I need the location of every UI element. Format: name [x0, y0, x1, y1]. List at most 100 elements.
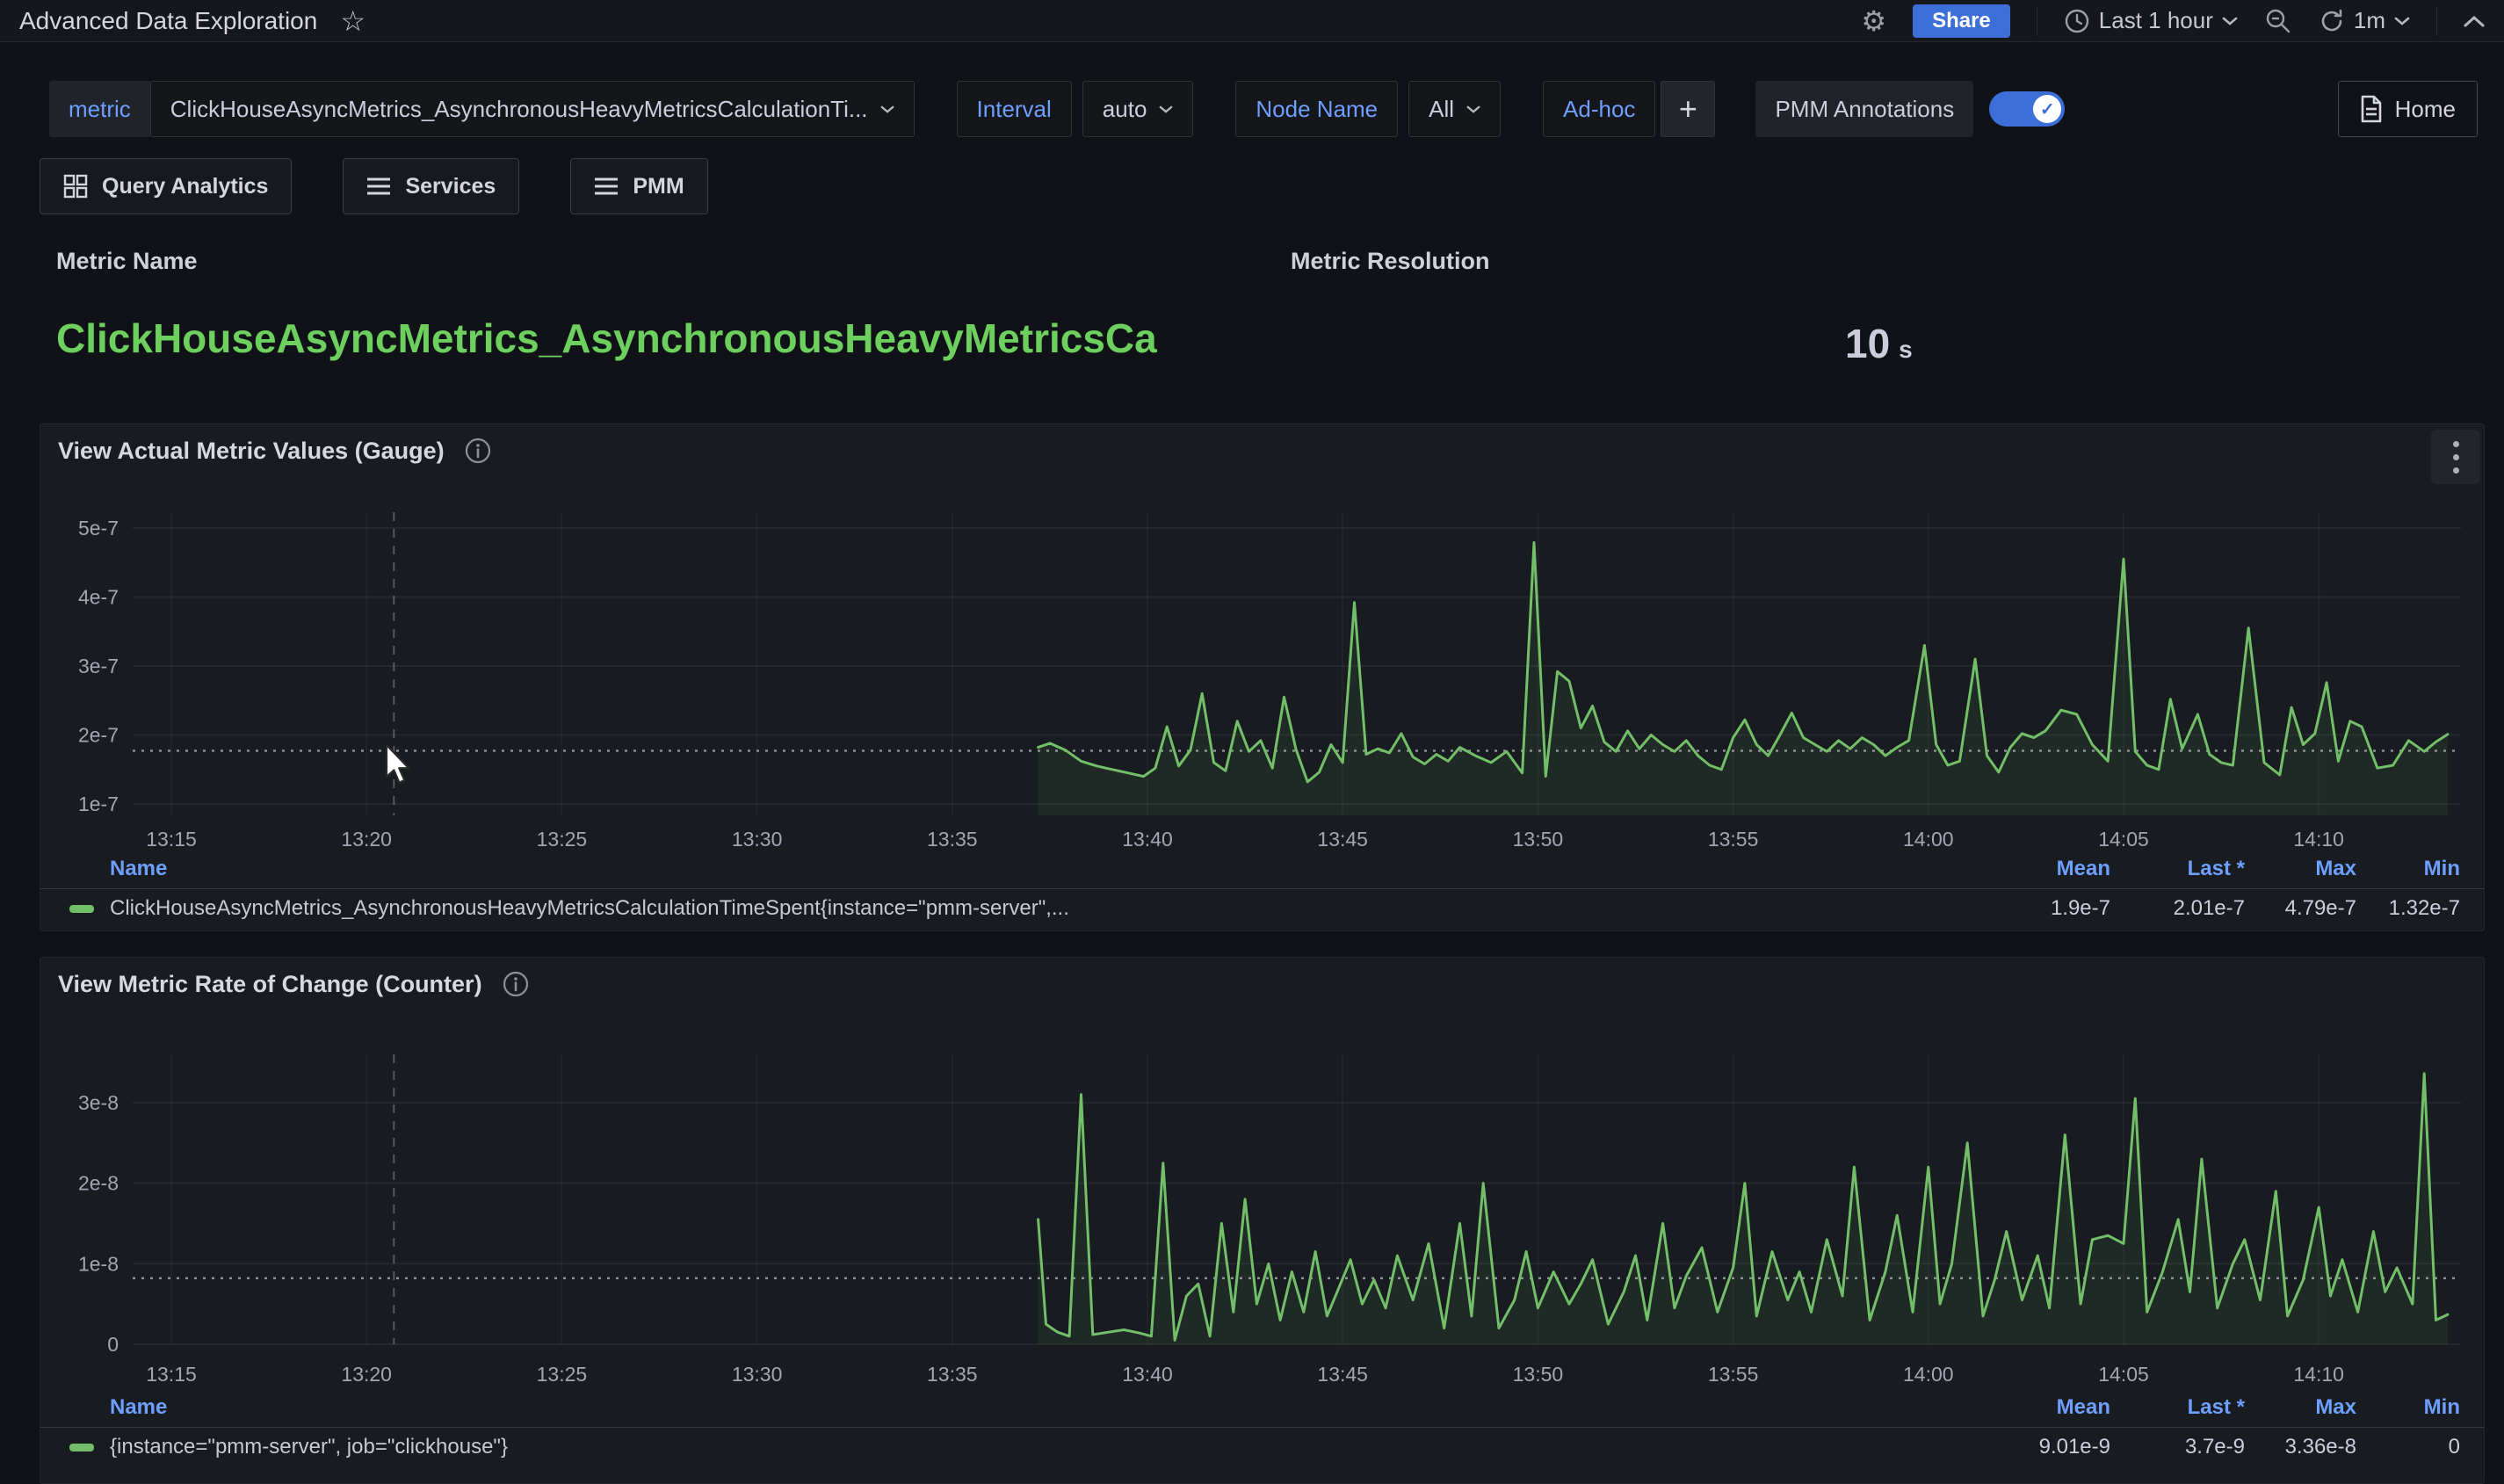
node-name-variable-dropdown[interactable]: All	[1408, 81, 1501, 137]
panel-title: View Metric Rate of Change (Counter)	[58, 971, 482, 998]
chevron-down-icon	[2222, 16, 2238, 26]
info-icon[interactable]	[464, 437, 492, 465]
panel-title: View Actual Metric Values (Gauge)	[58, 438, 445, 465]
time-range-label: Last 1 hour	[2099, 7, 2213, 34]
panel-header[interactable]: View Metric Rate of Change (Counter)	[40, 958, 2484, 1010]
svg-text:1e-8: 1e-8	[78, 1252, 119, 1275]
favorite-star-icon[interactable]: ☆	[340, 7, 365, 35]
pmm-link[interactable]: PMM	[570, 158, 707, 214]
legend: Name Mean Last * Max Min ClickHouseAsync…	[40, 853, 2484, 928]
panel-menu-kebab-icon[interactable]	[2431, 430, 2480, 484]
series-min: 0	[2356, 1435, 2460, 1459]
svg-text:14:00: 14:00	[1903, 1363, 1954, 1386]
filter-bar: metric ClickHouseAsyncMetrics_Asynchrono…	[49, 81, 2478, 137]
services-link[interactable]: Services	[343, 158, 519, 214]
svg-text:13:40: 13:40	[1122, 828, 1173, 851]
share-button[interactable]: Share	[1913, 4, 2010, 38]
panel-header[interactable]: View Actual Metric Values (Gauge)	[40, 424, 2484, 477]
refresh-icon	[2319, 8, 2345, 34]
add-adhoc-filter-button[interactable]: +	[1661, 81, 1715, 137]
svg-text:14:05: 14:05	[2098, 828, 2149, 851]
series-max: 3.36e-8	[2245, 1435, 2356, 1459]
series-last: 3.7e-9	[2110, 1435, 2245, 1459]
refresh-interval-label: 1m	[2354, 7, 2385, 34]
svg-text:5e-7: 5e-7	[78, 517, 119, 539]
legend: Name Mean Last * Max Min {instance="pmm-…	[40, 1392, 2484, 1466]
series-min: 1.32e-7	[2356, 896, 2460, 921]
svg-text:13:50: 13:50	[1513, 828, 1564, 851]
svg-text:13:45: 13:45	[1317, 1363, 1368, 1386]
svg-text:14:10: 14:10	[2293, 1363, 2344, 1386]
interval-variable-label: Interval	[957, 81, 1072, 137]
series-max: 4.79e-7	[2245, 896, 2356, 921]
refresh-button[interactable]: 1m	[2319, 7, 2410, 34]
pmm-annotations-toggle[interactable]: ✓	[1989, 91, 2065, 127]
legend-col-last[interactable]: Last *	[2110, 857, 2245, 881]
collapse-kiosk-icon[interactable]	[2464, 14, 2485, 28]
svg-text:0: 0	[107, 1333, 119, 1356]
metric-name-header: Metric Name	[56, 248, 198, 275]
pmm-annotations-label: PMM Annotations	[1755, 81, 1973, 137]
menu-bars-icon	[366, 177, 391, 196]
gauge-chart[interactable]: 5e-74e-73e-72e-71e-713:1513:2013:2513:30…	[40, 486, 2486, 855]
series-name[interactable]: {instance="pmm-server", job="clickhouse"…	[110, 1435, 1970, 1459]
legend-col-mean[interactable]: Mean	[1970, 1395, 2110, 1420]
svg-text:14:05: 14:05	[2098, 1363, 2149, 1386]
svg-text:13:25: 13:25	[537, 828, 588, 851]
svg-text:13:35: 13:35	[927, 828, 978, 851]
metric-resolution-header: Metric Resolution	[1291, 248, 1490, 275]
svg-text:3e-8: 3e-8	[78, 1091, 119, 1114]
svg-text:14:10: 14:10	[2293, 828, 2344, 851]
svg-text:13:35: 13:35	[927, 1363, 978, 1386]
metric-resolution-stat: 10s	[1845, 320, 1913, 367]
chevron-down-icon	[880, 105, 894, 114]
legend-col-max[interactable]: Max	[2245, 1395, 2356, 1420]
legend-col-name[interactable]: Name	[110, 857, 1970, 881]
grid-icon	[63, 174, 88, 199]
clock-icon	[2064, 8, 2090, 34]
metric-variable-label: metric	[49, 81, 150, 137]
toggle-check-icon: ✓	[2033, 95, 2061, 123]
chevron-down-icon	[1466, 105, 1480, 114]
adhoc-filter-label: Ad-hoc	[1543, 81, 1655, 137]
dashboard-title: Advanced Data Exploration	[19, 7, 317, 35]
metric-name-stat: ClickHouseAsyncMetrics_AsynchronousHeavy…	[56, 315, 1286, 362]
node-name-variable-label: Node Name	[1235, 81, 1398, 137]
svg-text:13:50: 13:50	[1513, 1363, 1564, 1386]
series-mean: 1.9e-7	[1970, 896, 2110, 921]
query-analytics-link[interactable]: Query Analytics	[40, 158, 292, 214]
time-range-picker[interactable]: Last 1 hour	[2064, 7, 2238, 34]
legend-col-max[interactable]: Max	[2245, 857, 2356, 881]
interval-variable-dropdown[interactable]: auto	[1082, 81, 1194, 137]
svg-text:13:25: 13:25	[537, 1363, 588, 1386]
dashboard-links: Query Analytics Services PMM	[40, 158, 708, 214]
legend-col-min[interactable]: Min	[2356, 1395, 2460, 1420]
panel-rate-of-change: View Metric Rate of Change (Counter) 3e-…	[40, 957, 2485, 1484]
svg-text:13:20: 13:20	[341, 828, 392, 851]
svg-text:2e-8: 2e-8	[78, 1172, 119, 1195]
svg-text:2e-7: 2e-7	[78, 724, 119, 747]
legend-col-mean[interactable]: Mean	[1970, 857, 2110, 881]
svg-text:4e-7: 4e-7	[78, 586, 119, 609]
legend-col-min[interactable]: Min	[2356, 857, 2460, 881]
top-nav: Advanced Data Exploration ☆ ⚙ Share Last…	[0, 0, 2504, 42]
settings-gear-icon[interactable]: ⚙	[1861, 4, 1886, 38]
svg-text:13:55: 13:55	[1708, 1363, 1759, 1386]
metric-variable-dropdown[interactable]: ClickHouseAsyncMetrics_AsynchronousHeavy…	[150, 81, 915, 137]
series-name[interactable]: ClickHouseAsyncMetrics_AsynchronousHeavy…	[110, 896, 1970, 921]
svg-text:14:00: 14:00	[1903, 828, 1954, 851]
svg-text:13:55: 13:55	[1708, 828, 1759, 851]
home-button[interactable]: Home	[2338, 81, 2478, 137]
counter-chart[interactable]: 3e-82e-81e-8013:1513:2013:2513:3013:3513…	[40, 1019, 2486, 1392]
legend-col-last[interactable]: Last *	[2110, 1395, 2245, 1420]
zoom-out-icon[interactable]	[2264, 7, 2292, 35]
chevron-down-icon	[2394, 16, 2410, 26]
info-icon[interactable]	[502, 970, 530, 998]
svg-text:13:40: 13:40	[1122, 1363, 1173, 1386]
svg-text:13:20: 13:20	[341, 1363, 392, 1386]
series-color-swatch	[69, 905, 94, 913]
series-last: 2.01e-7	[2110, 896, 2245, 921]
legend-col-name[interactable]: Name	[110, 1395, 1970, 1420]
svg-text:13:30: 13:30	[732, 828, 783, 851]
svg-text:3e-7: 3e-7	[78, 655, 119, 677]
